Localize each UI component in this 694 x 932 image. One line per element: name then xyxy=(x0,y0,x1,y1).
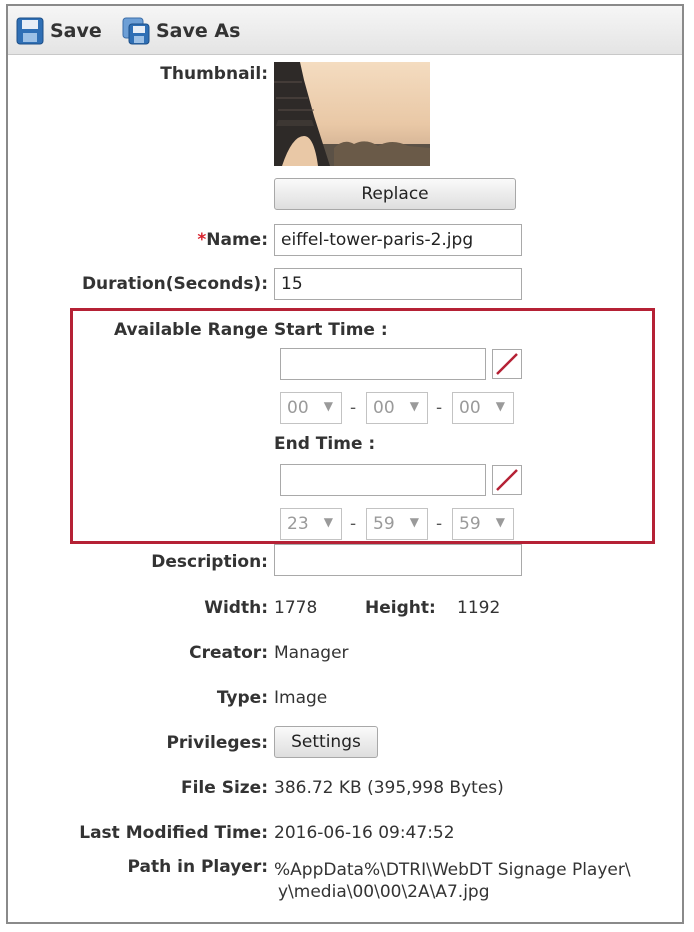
floppy-disk-stack-icon xyxy=(122,17,150,45)
type-value: Image xyxy=(274,688,328,708)
clear-date-icon xyxy=(496,353,518,375)
width-value: 1778 xyxy=(274,598,318,618)
file-size-label: File Size: xyxy=(180,778,268,798)
thumbnail-image xyxy=(274,62,430,166)
file-size-value: 386.72 KB (395,998 Bytes) xyxy=(274,778,504,798)
start-minute-select[interactable]: 00 ▼ xyxy=(366,392,428,424)
clear-date-icon xyxy=(496,469,518,491)
separator: - xyxy=(436,514,443,534)
name-input[interactable] xyxy=(274,224,522,256)
separator: - xyxy=(350,514,357,534)
end-second-value: 59 xyxy=(459,514,481,534)
duration-input[interactable] xyxy=(274,268,522,300)
path-label: Path in Player: xyxy=(127,857,269,877)
settings-button[interactable]: Settings xyxy=(274,726,378,758)
save-as-button[interactable]: Save As xyxy=(122,16,240,46)
replace-button[interactable]: Replace xyxy=(274,178,516,210)
triangle-down-icon: ▼ xyxy=(323,515,333,529)
toolbar: Save Save As xyxy=(8,6,682,55)
height-value: 1192 xyxy=(457,598,501,618)
separator: - xyxy=(436,398,443,418)
triangle-down-icon: ▼ xyxy=(495,399,505,413)
creator-label: Creator: xyxy=(189,643,268,663)
last-modified-label: Last Modified Time: xyxy=(79,823,268,843)
required-asterisk: * xyxy=(197,230,207,250)
end-hour-value: 23 xyxy=(287,514,309,534)
media-properties-panel: Save Save As Thumbnail: Replace *Name: e… xyxy=(6,4,684,924)
start-hour-value: 00 xyxy=(287,398,309,418)
separator: - xyxy=(350,398,357,418)
description-input[interactable] xyxy=(274,544,522,576)
save-as-label: Save As xyxy=(156,20,241,42)
width-label: Width: xyxy=(204,598,268,618)
privileges-label: Privileges: xyxy=(166,733,268,753)
triangle-down-icon: ▼ xyxy=(409,399,419,413)
triangle-down-icon: ▼ xyxy=(495,515,505,529)
thumbnail-label: Thumbnail: xyxy=(160,64,268,84)
available-range-label: Available Range xyxy=(113,320,268,340)
last-modified-value: 2016-06-16 09:47:52 xyxy=(274,823,455,843)
path-value-line2: y\media\00\00\2A\A7.jpg xyxy=(278,882,490,902)
start-second-select[interactable]: 00 ▼ xyxy=(452,392,514,424)
name-label: *Name: xyxy=(197,230,268,250)
floppy-disk-icon xyxy=(16,17,44,45)
start-minute-value: 00 xyxy=(373,398,395,418)
start-time-label: Start Time : xyxy=(274,320,388,340)
height-label: Height: xyxy=(365,598,436,618)
end-minute-value: 59 xyxy=(373,514,395,534)
save-label: Save xyxy=(50,20,102,42)
start-second-value: 00 xyxy=(459,398,481,418)
end-date-clear-button[interactable] xyxy=(492,465,522,495)
start-hour-select[interactable]: 00 ▼ xyxy=(280,392,342,424)
end-date-input[interactable] xyxy=(280,464,486,496)
triangle-down-icon: ▼ xyxy=(323,399,333,413)
description-label: Description: xyxy=(151,552,268,572)
creator-value: Manager xyxy=(274,643,349,663)
end-second-select[interactable]: 59 ▼ xyxy=(452,508,514,540)
start-date-clear-button[interactable] xyxy=(492,349,522,379)
name-label-text: Name: xyxy=(206,230,268,250)
end-time-label: End Time : xyxy=(274,434,376,454)
path-value-line1: %AppData%\DTRI\WebDT Signage Player\ xyxy=(274,860,631,880)
available-range-highlight xyxy=(70,308,655,544)
type-label: Type: xyxy=(216,688,268,708)
triangle-down-icon: ▼ xyxy=(409,515,419,529)
end-minute-select[interactable]: 59 ▼ xyxy=(366,508,428,540)
start-date-input[interactable] xyxy=(280,348,486,380)
save-button[interactable]: Save xyxy=(16,16,102,46)
end-hour-select[interactable]: 23 ▼ xyxy=(280,508,342,540)
duration-label: Duration(Seconds): xyxy=(81,274,268,294)
